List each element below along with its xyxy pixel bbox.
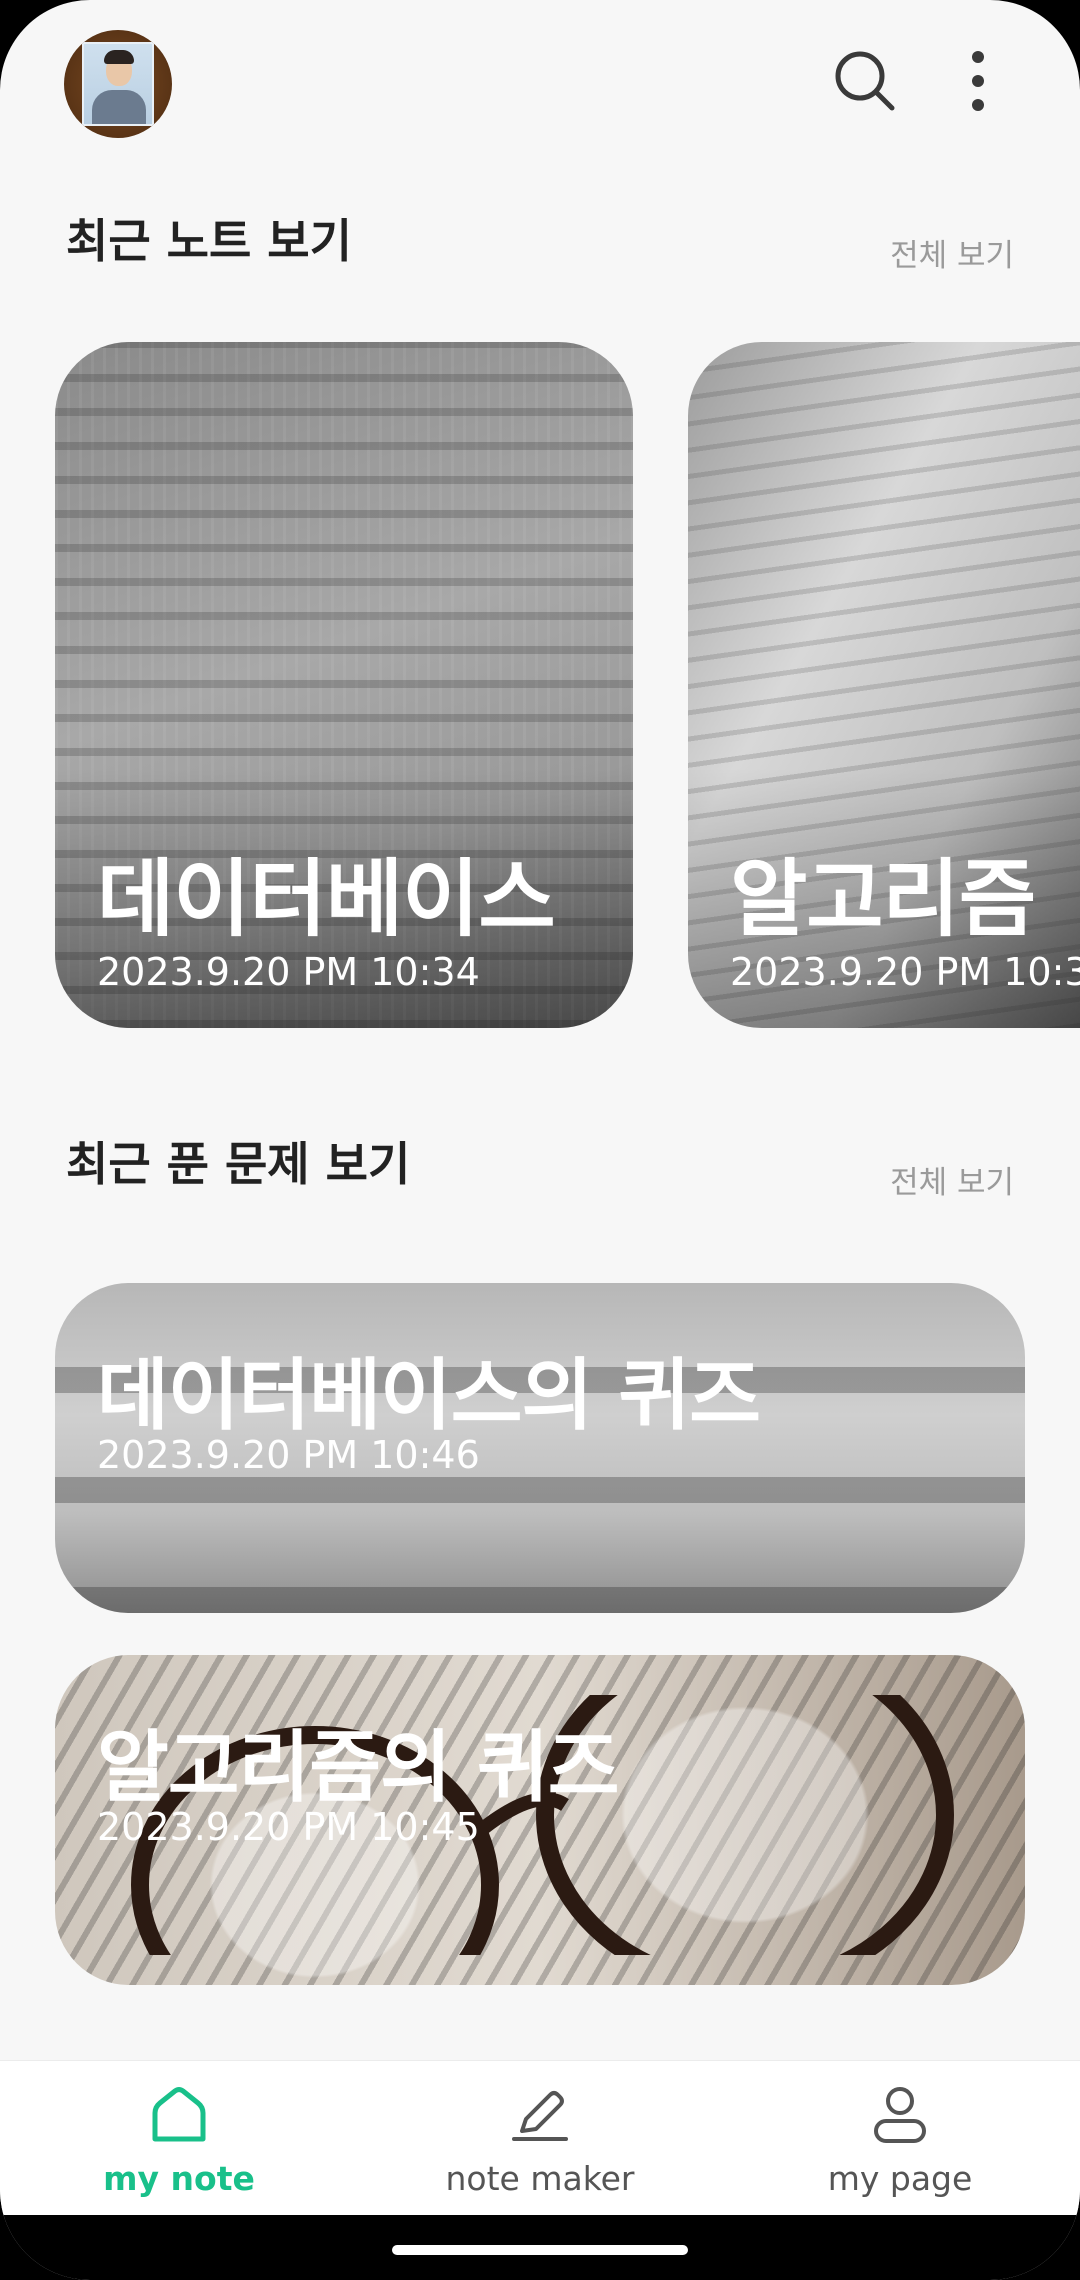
quiz-card-date: 2023.9.20 PM 10:46 [97, 1433, 480, 1477]
avatar[interactable] [64, 30, 172, 138]
quiz-card-date: 2023.9.20 PM 10:45 [97, 1805, 480, 1849]
note-card-database[interactable]: 데이터베이스 2023.9.20 PM 10:34 [55, 342, 633, 1028]
quiz-card-database[interactable]: 데이터베이스의 퀴즈 2023.9.20 PM 10:46 [55, 1283, 1025, 1613]
app-screen: 최근 노트 보기 전체 보기 데이터베이스 2023.9.20 PM 10:34… [0, 0, 1080, 2280]
recent-notes-title: 최근 노트 보기 [66, 214, 352, 268]
person-icon [874, 2087, 926, 2143]
nav-label: my note [103, 2159, 255, 2198]
search-icon[interactable] [830, 46, 900, 116]
bottom-navigation: my note note maker my page [0, 2060, 1080, 2216]
note-card-algorithm[interactable]: 알고리즘 2023.9.20 PM 10:34 [688, 342, 1080, 1028]
recent-notes-see-all-link[interactable]: 전체 보기 [890, 230, 1014, 275]
quiz-card-algorithm[interactable]: 알고리즘의 퀴즈 2023.9.20 PM 10:45 [55, 1655, 1025, 1985]
more-vertical-icon[interactable] [958, 46, 998, 116]
note-card-date: 2023.9.20 PM 10:34 [730, 950, 1080, 994]
nav-item-my-page[interactable]: my page [750, 2061, 1050, 2216]
pencil-icon [512, 2091, 568, 2141]
nav-label: my page [827, 2159, 973, 2198]
note-card-date: 2023.9.20 PM 10:34 [97, 950, 480, 994]
home-icon [152, 2087, 206, 2142]
nav-label: note maker [445, 2159, 635, 2198]
recent-quizzes-see-all-link[interactable]: 전체 보기 [890, 1157, 1014, 1202]
avatar-hair [104, 50, 134, 64]
nav-item-my-note[interactable]: my note [29, 2061, 329, 2216]
nav-item-note-maker[interactable]: note maker [390, 2061, 690, 2216]
home-gesture-bar[interactable] [392, 2245, 688, 2255]
quiz-card-title: 데이터베이스의 퀴즈 [97, 1351, 761, 1441]
quiz-card-title: 알고리즘의 퀴즈 [97, 1723, 619, 1813]
note-card-title: 알고리즘 [730, 850, 1036, 948]
note-card-title: 데이터베이스 [97, 850, 556, 948]
recent-quizzes-title: 최근 푼 문제 보기 [66, 1137, 411, 1191]
avatar-body [92, 90, 146, 124]
system-navigation-area [0, 2215, 1080, 2280]
avatar-photo [82, 42, 154, 126]
